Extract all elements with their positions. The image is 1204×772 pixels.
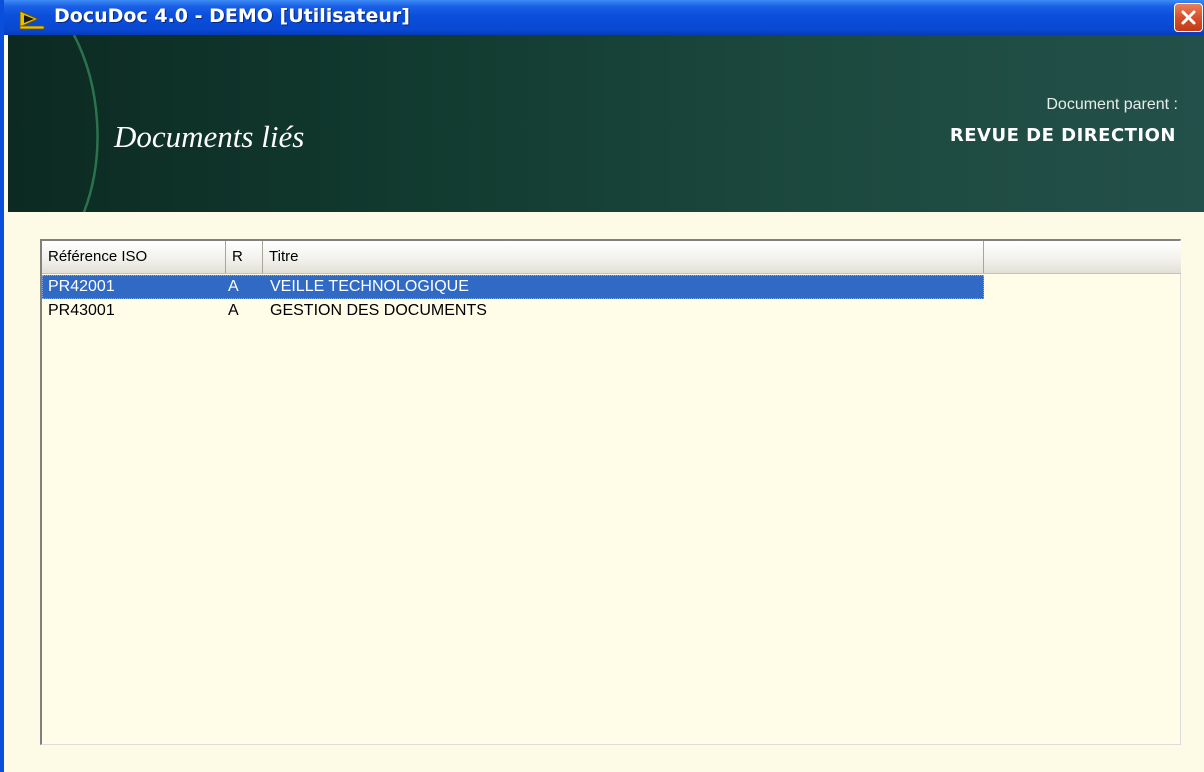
list-header: Référence ISO R Titre: [42, 241, 1181, 274]
list-row[interactable]: PR42001 A VEILLE TECHNOLOGIQUE: [42, 275, 984, 299]
column-header-reference[interactable]: Référence ISO: [42, 241, 226, 273]
window-title: DocuDoc 4.0 - DEMO [Utilisateur]: [54, 5, 410, 27]
cell-revision: A: [228, 302, 239, 319]
app-window: DocuDoc 4.0 - DEMO [Utilisateur] Documen…: [0, 0, 1204, 772]
close-icon: [1181, 10, 1196, 25]
column-header-filler: [984, 241, 1181, 273]
close-button[interactable]: [1174, 3, 1203, 32]
header-banner: Documents liés Document parent : REVUE D…: [8, 35, 1204, 212]
parent-document-label: Document parent :: [1046, 96, 1178, 113]
parent-document-value: REVUE DE DIRECTION: [949, 125, 1176, 146]
cell-title: VEILLE TECHNOLOGIQUE: [270, 278, 469, 295]
list-rows: PR42001 A VEILLE TECHNOLOGIQUE PR43001 A…: [42, 275, 1181, 323]
title-bar[interactable]: DocuDoc 4.0 - DEMO [Utilisateur]: [4, 0, 1204, 35]
linked-documents-list[interactable]: Référence ISO R Titre PR42001 A VEILLE T…: [40, 239, 1181, 745]
list-row[interactable]: PR43001 A GESTION DES DOCUMENTS: [42, 299, 984, 323]
cell-reference: PR42001: [48, 278, 115, 295]
page-title: Documents liés: [114, 119, 305, 154]
cell-revision: A: [228, 278, 239, 295]
column-header-title[interactable]: Titre: [263, 241, 984, 273]
decorative-arc: [72, 35, 99, 212]
column-header-revision[interactable]: R: [226, 241, 263, 273]
cell-reference: PR43001: [48, 302, 115, 319]
docudoc-logo-icon: [18, 8, 46, 30]
cell-title: GESTION DES DOCUMENTS: [270, 302, 487, 319]
